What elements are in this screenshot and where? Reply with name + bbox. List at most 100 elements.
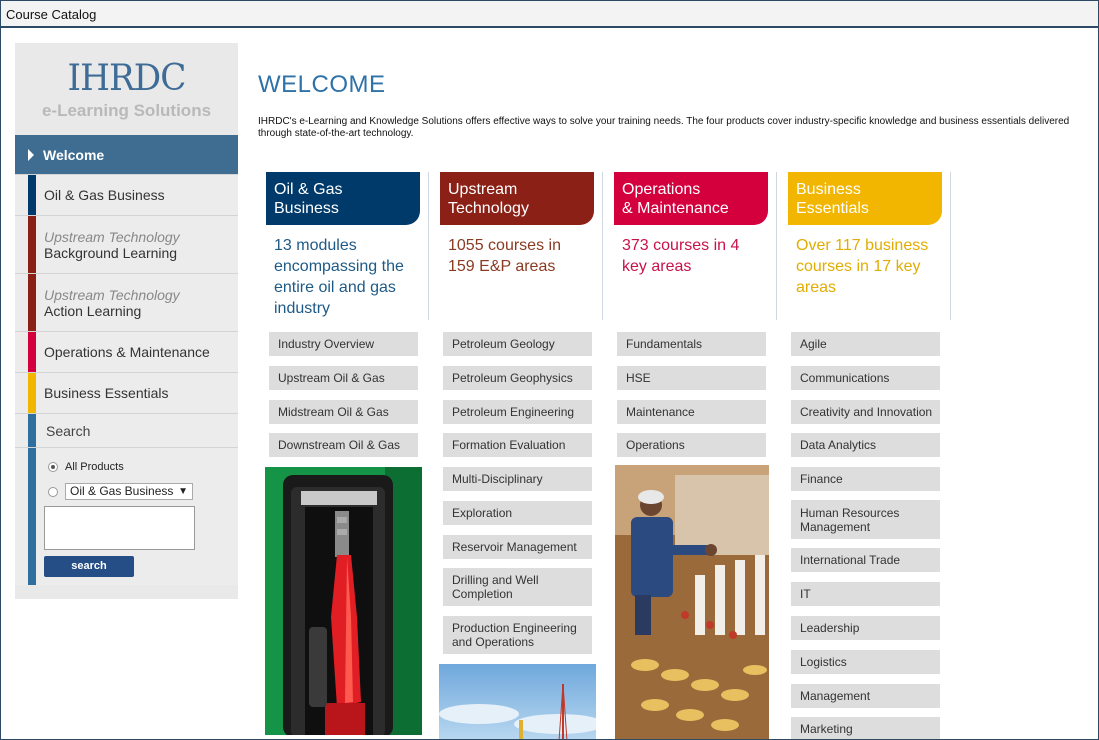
course-button-petroleum-engineering[interactable]: Petroleum Engineering: [443, 400, 592, 424]
product-header-business[interactable]: Business Essentials: [788, 172, 942, 225]
product-header-upstream[interactable]: Upstream Technology: [440, 172, 594, 225]
sidebar-item-operations[interactable]: Operations & Maintenance: [15, 332, 238, 373]
fuel-nozzle-image: [265, 467, 422, 735]
search-button[interactable]: search: [44, 556, 134, 577]
select-value: Oil & Gas Business: [70, 484, 174, 498]
product-description: Over 117 business courses in 17 key area…: [796, 237, 929, 296]
column-divider: [602, 172, 603, 320]
sidebar-item-welcome[interactable]: Welcome: [15, 135, 238, 175]
sidebar-item-upstream-background[interactable]: Upstream Technology Background Learning: [15, 216, 238, 274]
course-button-international-trade[interactable]: International Trade: [791, 548, 940, 572]
sidebar-item-label: Business Essentials: [44, 385, 169, 401]
product-title-line: Upstream: [448, 181, 518, 198]
course-button-leadership[interactable]: Leadership: [791, 616, 940, 640]
course-button-creativity-innovation[interactable]: Creativity and Innovation: [791, 400, 940, 424]
ihrdc-logo[interactable]: IHRDC e-Learning Solutions: [15, 43, 238, 135]
radio-all-products-row[interactable]: All Products: [48, 461, 124, 473]
course-button-industry-overview[interactable]: Industry Overview: [269, 332, 418, 356]
product-title-line: Essentials: [796, 200, 869, 217]
caret-right-icon: [28, 149, 34, 161]
course-button-fundamentals[interactable]: Fundamentals: [617, 332, 766, 356]
intro-text: IHRDC's e-Learning and Knowledge Solutio…: [258, 116, 1070, 139]
course-button-agile[interactable]: Agile: [791, 332, 940, 356]
course-button-communications[interactable]: Communications: [791, 366, 940, 390]
course-button-petroleum-geology[interactable]: Petroleum Geology: [443, 332, 592, 356]
product-title-line: Business: [274, 200, 339, 217]
sidebar-item-label: Oil & Gas Business: [44, 187, 165, 203]
page-title: WELCOME: [258, 71, 386, 98]
course-button-logistics[interactable]: Logistics: [791, 650, 940, 674]
course-button-reservoir-management[interactable]: Reservoir Management: [443, 535, 592, 559]
course-button-production-engineering[interactable]: Production Engineering and Operations: [443, 616, 592, 654]
sidebar-item-oil-gas-business[interactable]: Oil & Gas Business: [15, 175, 238, 216]
sidebar-item-label-italic: Upstream Technology: [44, 287, 180, 303]
column-divider: [428, 172, 429, 320]
product-header-oil-gas[interactable]: Oil & Gas Business: [266, 172, 420, 225]
course-button-hse[interactable]: HSE: [617, 366, 766, 390]
column-divider: [776, 172, 777, 320]
course-button-petroleum-geophysics[interactable]: Petroleum Geophysics: [443, 366, 592, 390]
logo-tagline: e-Learning Solutions: [41, 101, 212, 120]
color-bar: [28, 373, 36, 413]
search-header: Search: [15, 414, 238, 448]
course-button-upstream-oil-gas[interactable]: Upstream Oil & Gas: [269, 366, 418, 390]
course-button-maintenance[interactable]: Maintenance: [617, 400, 766, 424]
product-title-line: Technology: [448, 200, 529, 217]
color-bar: [28, 332, 36, 372]
course-button-operations[interactable]: Operations: [617, 433, 766, 457]
product-title-line: & Maintenance: [622, 200, 729, 217]
course-button-finance[interactable]: Finance: [791, 467, 940, 491]
course-button-data-analytics[interactable]: Data Analytics: [791, 433, 940, 457]
radio-all-products[interactable]: [48, 462, 58, 472]
course-button-formation-evaluation[interactable]: Formation Evaluation: [443, 433, 592, 457]
radio-label: All Products: [65, 461, 124, 473]
main-content: WELCOME: [258, 71, 386, 99]
sidebar-item-upstream-action[interactable]: Upstream Technology Action Learning: [15, 274, 238, 332]
sidebar-item-label-italic: Upstream Technology: [44, 229, 180, 245]
search-header-label: Search: [46, 423, 91, 439]
operations-worker-photo: [615, 465, 769, 739]
product-title-line: Operations: [622, 181, 701, 198]
color-bar: [28, 216, 36, 273]
search-panel: All Products Oil & Gas Business ▼ search: [15, 448, 238, 585]
course-button-it[interactable]: IT: [791, 582, 940, 606]
sidebar: IHRDC e-Learning Solutions Welcome Oil &…: [15, 43, 238, 599]
product-column-oil-gas: Oil & Gas Business 13 modules encompassi…: [266, 172, 420, 319]
course-button-human-resources[interactable]: Human Resources Management: [791, 500, 940, 539]
sidebar-item-business-essentials[interactable]: Business Essentials: [15, 373, 238, 414]
course-catalog-window: Course Catalog IHRDC e-Learning Solution…: [0, 0, 1099, 740]
color-bar: [28, 414, 36, 447]
product-description: 1055 courses in 159 E&P areas: [448, 237, 561, 275]
course-button-drilling-well-completion[interactable]: Drilling and Well Completion: [443, 568, 592, 606]
product-column-upstream: Upstream Technology 1055 courses in 159 …: [440, 172, 594, 277]
radio-product-row[interactable]: Oil & Gas Business ▼: [48, 483, 193, 500]
product-header-operations[interactable]: Operations & Maintenance: [614, 172, 768, 225]
course-button-downstream-oil-gas[interactable]: Downstream Oil & Gas: [269, 433, 418, 457]
course-button-midstream-oil-gas[interactable]: Midstream Oil & Gas: [269, 400, 418, 424]
color-bar: [28, 448, 36, 585]
color-bar: [28, 274, 36, 331]
product-title-line: Business: [796, 181, 861, 198]
sidebar-item-label: Background Learning: [44, 245, 178, 261]
fuel-pump-photo: [265, 467, 422, 735]
color-bar: [28, 175, 36, 215]
logo-brand: IHRDC: [67, 58, 187, 99]
rig-sky-image: [439, 664, 596, 739]
product-description: 373 courses in 4 key areas: [622, 237, 740, 275]
course-button-exploration[interactable]: Exploration: [443, 501, 592, 525]
chevron-down-icon: ▼: [178, 486, 188, 497]
product-title-line: Oil & Gas: [274, 181, 343, 198]
product-column-operations: Operations & Maintenance 373 courses in …: [614, 172, 768, 277]
search-input[interactable]: [44, 506, 195, 550]
radio-product[interactable]: [48, 486, 58, 497]
product-column-business: Business Essentials Over 117 business co…: [788, 172, 942, 298]
product-select[interactable]: Oil & Gas Business ▼: [65, 483, 193, 500]
sidebar-item-label: Operations & Maintenance: [44, 344, 210, 360]
sidebar-item-label: Welcome: [43, 147, 105, 163]
column-divider: [950, 172, 951, 320]
course-button-multi-disciplinary[interactable]: Multi-Disciplinary: [443, 467, 592, 491]
course-button-marketing[interactable]: Marketing: [791, 717, 940, 739]
worker-valves-image: [615, 465, 769, 739]
sidebar-item-label: Action Learning: [44, 303, 142, 319]
course-button-management[interactable]: Management: [791, 684, 940, 708]
